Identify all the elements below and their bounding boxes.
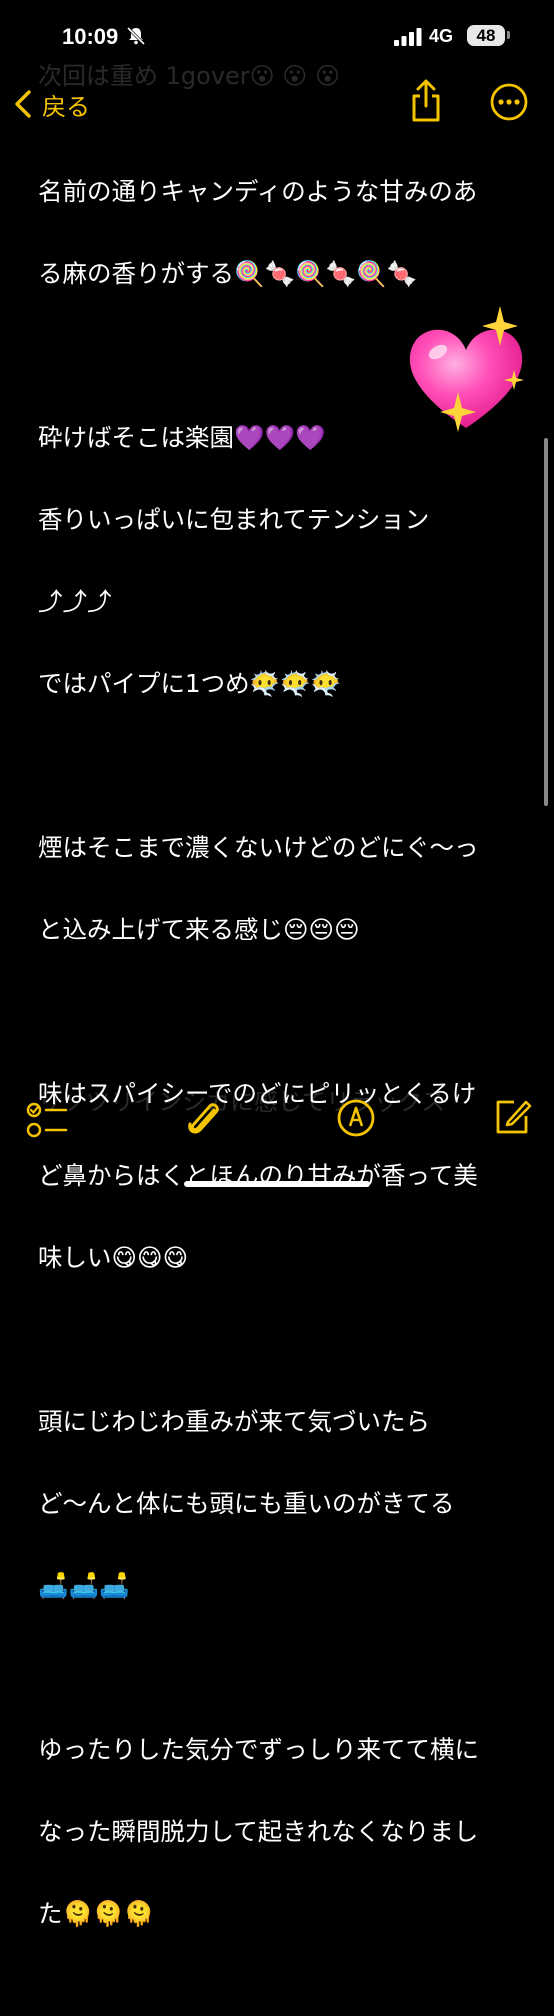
- share-icon[interactable]: [406, 78, 446, 124]
- note-paragraph: 煙はそこまで濃くないけどのどにぐ〜っ と込み上げて来る感じ😔😔😔: [38, 786, 518, 991]
- battery-indicator: 48: [467, 25, 505, 46]
- note-line: と込み上げて来る感じ😔😔😔: [38, 915, 360, 944]
- compose-icon[interactable]: [492, 1096, 532, 1138]
- battery-tip: [507, 31, 510, 39]
- note-line: 🛋️🛋️🛋️: [38, 1571, 130, 1600]
- note-line: ⤴⤴⤴: [38, 587, 112, 616]
- scroll-indicator[interactable]: [544, 438, 548, 806]
- more-options-icon[interactable]: [489, 82, 529, 122]
- back-label: 戻る: [42, 92, 90, 121]
- note-line: る麻の香りがする🍭🍬🍭🍬🍭🍬: [38, 259, 418, 288]
- status-time: 10:09: [62, 24, 119, 49]
- bottom-toolbar: [0, 1088, 554, 1152]
- network-type: 4G: [429, 26, 454, 46]
- note-line: 煙はそこまで濃くないけどのどにぐ〜っ: [38, 833, 479, 862]
- sparkling-heart-icon: [409, 306, 524, 432]
- nav-bar: 戻る: [0, 78, 554, 128]
- note-paragraph: 味はスパイシーでのどにピリッとくるけ ど鼻からはくとほんのり甘みが香って美 味し…: [38, 1032, 518, 1319]
- chevron-left-icon: [15, 90, 31, 118]
- note-line: ど〜んと体にも頭にも重いのがきてる: [38, 1489, 455, 1518]
- note-line: 香りいっぱいに包まれてテンション: [38, 505, 430, 534]
- note-line: ではパイプに1つめ😶‍🌫️😶‍🌫️😶‍🌫️: [38, 669, 342, 698]
- markup-icon[interactable]: [336, 1098, 376, 1138]
- note-line: ゆったりした気分でずっしり来てて横に: [38, 1735, 479, 1764]
- note-line: 頭にじわじわ重みが来て気づいたら: [38, 1407, 430, 1436]
- note-line: 名前の通りキャンディのような甘みのあ: [38, 177, 478, 206]
- silent-bell-icon: [126, 26, 146, 46]
- back-button[interactable]: 戻る: [12, 84, 90, 124]
- note-paragraph: 頭にじわじわ重みが来て気づいたら ど〜んと体にも頭にも重いのがきてる 🛋️🛋️🛋…: [38, 1360, 518, 1647]
- note-line: ど鼻からはくとほんのり甘みが香って美: [38, 1161, 478, 1190]
- checklist-icon[interactable]: [26, 1100, 70, 1140]
- note-paragraph: ゆったりした気分でずっしり来てて横に なった瞬間脱力して起きれなくなりまし た🫠…: [38, 1688, 518, 1975]
- note-line: 味しい😋😋😋: [38, 1243, 189, 1272]
- home-indicator[interactable]: [184, 1181, 370, 1187]
- note-line: なった瞬間脱力して起きれなくなりまし: [38, 1817, 479, 1846]
- attachment-icon[interactable]: [184, 1096, 224, 1142]
- cellular-signal-icon: [394, 28, 422, 46]
- note-line: た🫠🫠🫠: [38, 1899, 155, 1928]
